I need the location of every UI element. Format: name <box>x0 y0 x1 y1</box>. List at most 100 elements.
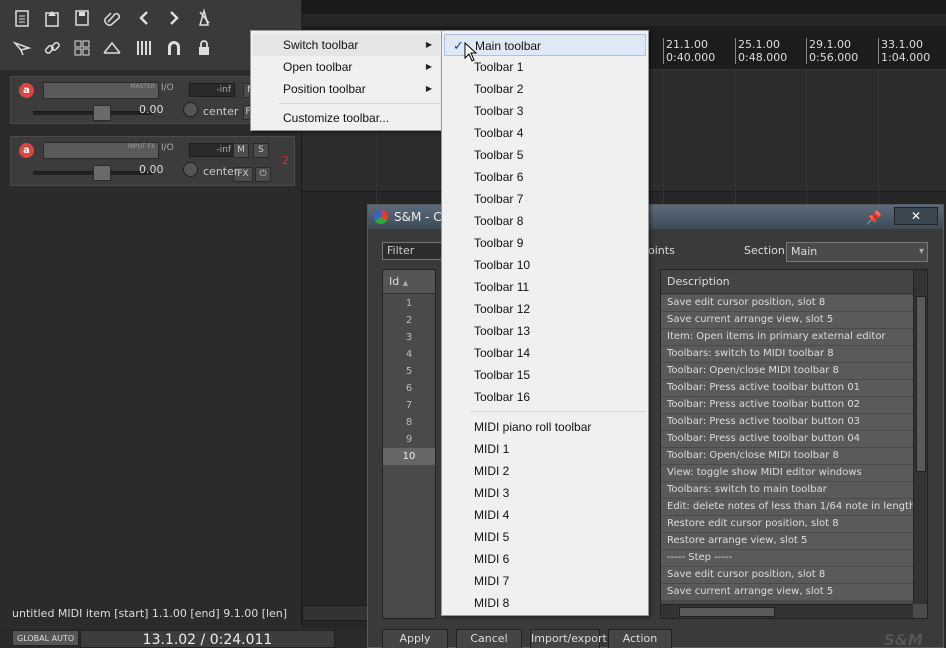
volume-slider[interactable] <box>33 105 153 121</box>
crossfade-icon[interactable] <box>98 34 126 62</box>
metronome-icon[interactable] <box>190 4 218 32</box>
submenu-item-toolbar[interactable]: Toolbar 13 <box>444 320 646 342</box>
description-row[interactable]: Save edit cursor position, slot 8 <box>661 295 913 312</box>
description-row[interactable]: Toolbar: Press active toolbar button 01 <box>661 380 913 397</box>
id-row[interactable]: 4 <box>383 346 435 363</box>
menu-item-open-toolbar[interactable]: Open toolbar ▶ <box>253 56 440 78</box>
cancel-button[interactable]: Cancel <box>456 629 522 648</box>
lock-icon[interactable] <box>190 34 218 62</box>
id-row[interactable]: 2 <box>383 312 435 329</box>
submenu-item-toolbar[interactable]: Toolbar 7 <box>444 188 646 210</box>
id-row[interactable]: 8 <box>383 414 435 431</box>
vertical-scrollbar[interactable] <box>913 270 927 604</box>
link-icon[interactable] <box>38 34 66 62</box>
solo-button[interactable]: S <box>253 143 269 158</box>
volume-slider-thumb[interactable] <box>93 105 111 121</box>
redo-icon[interactable] <box>160 4 188 32</box>
io-button[interactable]: I/O <box>161 143 174 153</box>
io-button[interactable]: I/O <box>161 83 174 93</box>
id-row[interactable]: 6 <box>383 380 435 397</box>
id-row[interactable]: 10 <box>383 448 435 465</box>
description-row[interactable]: Item: Open items in primary external edi… <box>661 329 913 346</box>
scroll-thumb[interactable] <box>679 607 775 617</box>
submenu-item-midi-toolbar[interactable]: MIDI 2 <box>444 460 646 482</box>
attach-icon[interactable] <box>98 4 126 32</box>
track-name-field[interactable]: MASTER <box>43 82 159 99</box>
global-auto-button[interactable]: GLOBAL AUTO <box>12 630 80 646</box>
description-row[interactable]: Toolbar: Open/close MIDI toolbar 8 <box>661 448 913 465</box>
columns-icon[interactable] <box>130 34 158 62</box>
description-column-header[interactable]: Description <box>661 270 913 294</box>
menu-item-switch-toolbar[interactable]: Switch toolbar ▶ <box>253 34 440 56</box>
id-row[interactable]: 1 <box>383 295 435 312</box>
submenu-item-toolbar[interactable]: Toolbar 2 <box>444 78 646 100</box>
pan-knob[interactable] <box>183 102 198 117</box>
envelope-icon[interactable] <box>8 34 36 62</box>
description-row[interactable]: ----- Step ----- <box>661 550 913 567</box>
volume-slider[interactable] <box>33 165 153 181</box>
volume-slider-thumb[interactable] <box>93 165 111 181</box>
description-row[interactable]: Restore edit cursor position, slot 8 <box>661 516 913 533</box>
submenu-item-toolbar[interactable]: Toolbar 5 <box>444 144 646 166</box>
open-project-icon[interactable] <box>38 4 66 32</box>
description-row[interactable]: Edit: delete notes of less than 1/64 not… <box>661 499 913 516</box>
submenu-item-midi-toolbar[interactable]: MIDI 8 <box>444 592 646 614</box>
submenu-item-toolbar[interactable]: Toolbar 6 <box>444 166 646 188</box>
submenu-item-midi-toolbar[interactable]: MIDI piano roll toolbar <box>444 416 646 438</box>
submenu-item-toolbar[interactable]: Toolbar 4 <box>444 122 646 144</box>
description-row[interactable]: Toolbar: Press active toolbar button 03 <box>661 414 913 431</box>
power-icon[interactable]: ⏻ <box>255 167 271 182</box>
submenu-item-midi-toolbar[interactable]: MIDI 3 <box>444 482 646 504</box>
horizontal-scrollbar[interactable] <box>661 604 913 618</box>
submenu-item-midi-toolbar[interactable]: MIDI 5 <box>444 526 646 548</box>
description-row[interactable]: Toolbars: switch to MIDI toolbar 8 <box>661 346 913 363</box>
record-arm-button[interactable]: a <box>19 143 34 158</box>
id-row[interactable]: 7 <box>383 397 435 414</box>
snap-magnet-icon[interactable] <box>160 34 188 62</box>
submenu-item-toolbar[interactable]: Toolbar 12 <box>444 298 646 320</box>
submenu-item-midi-toolbar[interactable]: MIDI 1 <box>444 438 646 460</box>
submenu-item-toolbar[interactable]: Toolbar 15 <box>444 364 646 386</box>
submenu-item-toolbar[interactable]: Toolbar 16 <box>444 386 646 408</box>
description-row[interactable]: Save current arrange view, slot 5 <box>661 312 913 329</box>
grid-icon[interactable] <box>68 34 96 62</box>
id-list[interactable]: Id ▲ 1 2 3 4 5 6 7 8 9 10 <box>382 269 436 619</box>
section-select[interactable]: Main ▾ <box>786 242 928 262</box>
close-button[interactable]: ✕ <box>894 207 938 225</box>
record-arm-button[interactable]: a <box>19 83 34 98</box>
action-list-button[interactable]: Action list... <box>608 629 672 648</box>
import-export-button[interactable]: Import/export <box>530 629 607 648</box>
submenu-item-toolbar[interactable]: Toolbar 3 <box>444 100 646 122</box>
description-list[interactable]: Description Save edit cursor position, s… <box>660 269 928 619</box>
apply-button[interactable]: Apply <box>382 629 448 648</box>
submenu-item-toolbar[interactable]: Toolbar 8 <box>444 210 646 232</box>
submenu-item-midi-toolbar[interactable]: MIDI 6 <box>444 548 646 570</box>
timecode-display[interactable]: 13.1.02 / 0:24.011 <box>80 630 335 648</box>
menu-item-customize-toolbar[interactable]: Customize toolbar... <box>253 107 440 129</box>
description-row[interactable]: Toolbar: Press active toolbar button 04 <box>661 431 913 448</box>
id-column-header[interactable]: Id ▲ <box>383 270 435 294</box>
submenu-item-midi-toolbar[interactable]: MIDI 7 <box>444 570 646 592</box>
submenu-item-toolbar[interactable]: Toolbar 11 <box>444 276 646 298</box>
submenu-item-toolbar[interactable]: Toolbar 10 <box>444 254 646 276</box>
description-row[interactable]: Save current arrange view, slot 5 <box>661 584 913 601</box>
track-name-field[interactable]: INPUT FX <box>43 142 159 159</box>
mute-button[interactable]: M <box>233 143 249 158</box>
submenu-item-toolbar[interactable]: Toolbar 14 <box>444 342 646 364</box>
id-row[interactable]: 9 <box>383 431 435 448</box>
id-row[interactable]: 5 <box>383 363 435 380</box>
description-row[interactable]: View: toggle show MIDI editor windows <box>661 465 913 482</box>
id-row[interactable]: 3 <box>383 329 435 346</box>
undo-icon[interactable] <box>130 4 158 32</box>
save-icon[interactable] <box>68 4 96 32</box>
scroll-thumb[interactable] <box>916 296 926 472</box>
description-row[interactable]: Toolbar: Press active toolbar button 02 <box>661 397 913 414</box>
menu-item-position-toolbar[interactable]: Position toolbar ▶ <box>253 78 440 100</box>
filter-input[interactable]: Filter <box>382 242 442 260</box>
description-row[interactable]: Toolbars: switch to main toolbar <box>661 482 913 499</box>
pin-icon[interactable]: 📌 <box>864 207 884 227</box>
new-project-icon[interactable] <box>8 4 36 32</box>
submenu-item-midi-toolbar[interactable]: MIDI 4 <box>444 504 646 526</box>
description-row[interactable]: Save edit cursor position, slot 8 <box>661 567 913 584</box>
pan-knob[interactable] <box>183 162 198 177</box>
